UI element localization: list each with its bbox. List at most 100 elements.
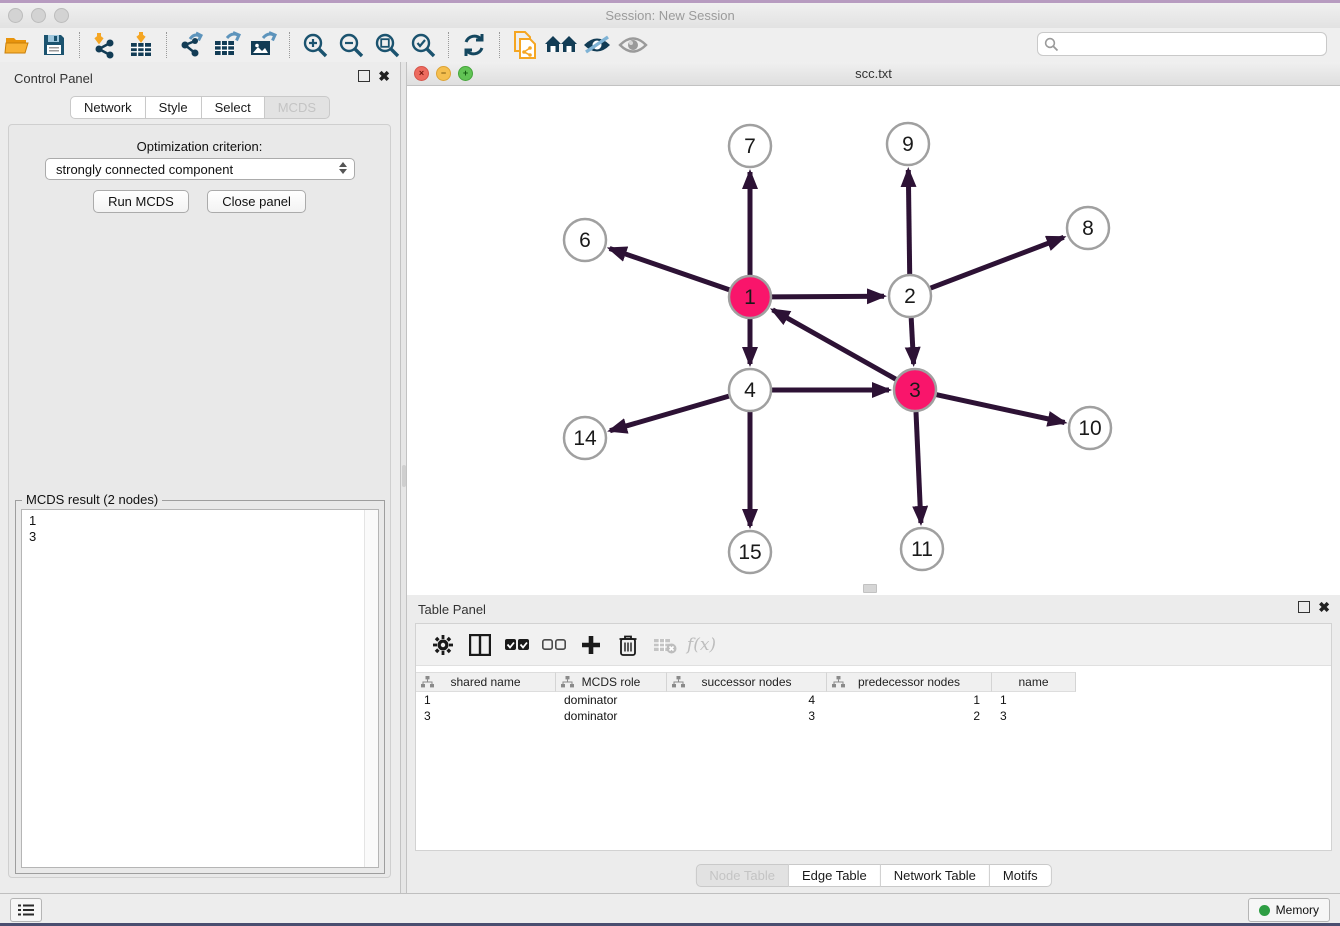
table-row[interactable]: 3dominator323 xyxy=(416,708,1331,724)
network-window-titlebar[interactable]: × − + scc.txt xyxy=(407,62,1340,86)
dropdown-stepper-icon xyxy=(339,162,347,174)
cell-shared-name[interactable]: 1 xyxy=(416,693,556,707)
zoom-selected-icon[interactable] xyxy=(405,29,441,61)
graph-node-label-8: 8 xyxy=(1082,217,1094,240)
column-header-name[interactable]: name xyxy=(992,672,1076,692)
tab-motifs[interactable]: Motifs xyxy=(990,864,1052,887)
graph-edge-1-6[interactable] xyxy=(610,249,730,290)
optimization-criterion-dropdown[interactable]: strongly connected component xyxy=(45,158,355,180)
cell-MCDS-role[interactable]: dominator xyxy=(556,709,667,723)
splitter-handle[interactable] xyxy=(402,465,406,487)
close-table-panel-icon[interactable]: ✖ xyxy=(1318,602,1330,612)
mcds-result-text: 1 3 xyxy=(22,510,364,867)
open-folder-icon[interactable] xyxy=(0,29,36,61)
network-graph[interactable]: 7968124314101511 xyxy=(407,86,1340,595)
table-panel-title: Table Panel xyxy=(418,602,486,617)
table-row[interactable]: 1dominator411 xyxy=(416,692,1331,708)
zoom-in-icon[interactable] xyxy=(297,29,333,61)
vertical-splitter[interactable] xyxy=(400,62,407,893)
cell-predecessor-nodes[interactable]: 1 xyxy=(827,693,992,707)
cell-name[interactable]: 1 xyxy=(992,693,1076,707)
column-header-shared-name[interactable]: shared name xyxy=(416,672,556,692)
export-table-icon[interactable] xyxy=(210,29,246,61)
graph-edge-2-9[interactable] xyxy=(908,170,909,274)
list-icon xyxy=(18,904,34,916)
import-network-icon[interactable] xyxy=(87,29,123,61)
run-mcds-button[interactable]: Run MCDS xyxy=(93,190,189,213)
search-input[interactable] xyxy=(1037,32,1327,56)
graph-node-label-15: 15 xyxy=(738,541,761,564)
import-table-icon[interactable] xyxy=(123,29,159,61)
graph-edge-3-11[interactable] xyxy=(916,412,921,523)
close-panel-button[interactable]: Close panel xyxy=(207,190,306,213)
houses-icon[interactable] xyxy=(543,29,579,61)
column-header-predecessor-nodes[interactable]: predecessor nodes xyxy=(827,672,992,692)
result-scrollbar[interactable] xyxy=(364,510,378,867)
horizontal-splitter-handle[interactable] xyxy=(863,584,877,593)
tab-style[interactable]: Style xyxy=(146,96,202,119)
cell-successor-nodes[interactable]: 3 xyxy=(667,709,827,723)
memory-button[interactable]: Memory xyxy=(1248,898,1330,922)
cell-name[interactable]: 3 xyxy=(992,709,1076,723)
graph-node-label-10: 10 xyxy=(1078,417,1101,440)
dropdown-value: strongly connected component xyxy=(56,162,233,177)
task-history-button[interactable] xyxy=(10,898,42,922)
main-toolbar xyxy=(0,28,1340,63)
cell-predecessor-nodes[interactable]: 2 xyxy=(827,709,992,723)
gear-icon[interactable] xyxy=(424,630,461,660)
graph-node-label-1: 1 xyxy=(744,286,756,309)
tab-mcds[interactable]: MCDS xyxy=(265,96,330,119)
toolbar-separator xyxy=(79,32,80,58)
column-header-MCDS-role[interactable]: MCDS role xyxy=(556,672,667,692)
zoom-fit-icon[interactable] xyxy=(369,29,405,61)
control-panel: Control Panel ✖ NetworkStyleSelectMCDS O… xyxy=(0,62,400,893)
eye-slash-icon[interactable] xyxy=(579,29,615,61)
float-panel-icon[interactable] xyxy=(358,70,370,82)
export-network-icon[interactable] xyxy=(174,29,210,61)
tab-network[interactable]: Network xyxy=(70,96,146,119)
tab-edge-table[interactable]: Edge Table xyxy=(789,864,881,887)
zoom-out-icon[interactable] xyxy=(333,29,369,61)
column-header-successor-nodes[interactable]: successor nodes xyxy=(667,672,827,692)
status-bar: Memory xyxy=(0,893,1340,924)
graph-node-label-14: 14 xyxy=(573,427,597,450)
cell-successor-nodes[interactable]: 4 xyxy=(667,693,827,707)
eye-icon[interactable] xyxy=(615,29,651,61)
app-titlebar: Session: New Session xyxy=(0,3,1340,29)
tab-node-table[interactable]: Node Table xyxy=(695,864,789,887)
table-panel: Table Panel ✖ xyxy=(407,595,1340,893)
graph-edge-4-14[interactable] xyxy=(610,396,729,431)
add-column-icon[interactable] xyxy=(572,630,609,660)
save-icon[interactable] xyxy=(36,29,72,61)
trash-icon[interactable] xyxy=(609,630,646,660)
table-header: shared nameMCDS rolesuccessor nodesprede… xyxy=(416,672,1331,692)
search-icon xyxy=(1044,37,1059,52)
delete-table-icon xyxy=(646,630,683,660)
graph-edge-2-3[interactable] xyxy=(911,318,913,364)
tab-select[interactable]: Select xyxy=(202,96,265,119)
graph-edge-1-2[interactable] xyxy=(772,296,884,297)
show-columns-icon[interactable] xyxy=(461,630,498,660)
cell-MCDS-role[interactable]: dominator xyxy=(556,693,667,707)
select-all-icon[interactable] xyxy=(498,630,535,660)
graph-node-label-2: 2 xyxy=(904,285,916,308)
control-panel-tabs: NetworkStyleSelectMCDS xyxy=(70,96,330,119)
graph-edge-2-8[interactable] xyxy=(931,237,1064,288)
toolbar-separator xyxy=(289,32,290,58)
refresh-icon[interactable] xyxy=(456,29,492,61)
graph-edge-3-10[interactable] xyxy=(937,395,1065,423)
tab-network-table[interactable]: Network Table xyxy=(881,864,990,887)
close-panel-icon[interactable]: ✖ xyxy=(378,71,390,81)
toolbar-separator xyxy=(166,32,167,58)
search-field[interactable] xyxy=(1059,34,1326,54)
optimization-criterion-label: Optimization criterion: xyxy=(9,139,390,154)
deselect-all-icon[interactable] xyxy=(535,630,572,660)
table-toolbar: f(x) xyxy=(416,624,1331,666)
network-canvas[interactable]: 7968124314101511 xyxy=(407,86,1340,595)
graph-edge-3-1[interactable] xyxy=(773,310,896,379)
cell-shared-name[interactable]: 3 xyxy=(416,709,556,723)
mcds-result-area[interactable]: 1 3 xyxy=(21,509,379,868)
float-table-panel-icon[interactable] xyxy=(1298,601,1310,613)
export-image-icon[interactable] xyxy=(246,29,282,61)
copy-network-documents-icon[interactable] xyxy=(507,29,543,61)
